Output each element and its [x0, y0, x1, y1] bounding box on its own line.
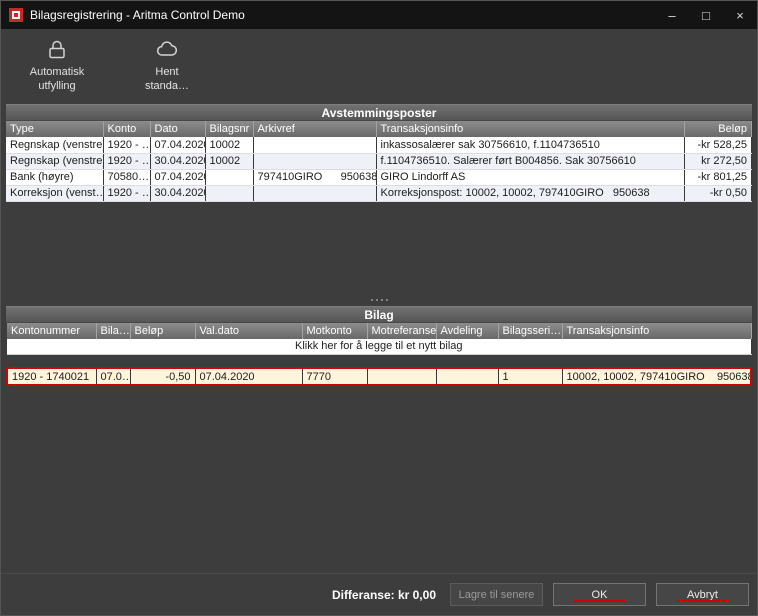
column-header-dato[interactable]: Dato [150, 121, 205, 137]
save-later-button[interactable]: Lagre til senere [450, 583, 543, 606]
cell-transaksjonsinfo: f.1104736510. Salærer ført B004856. Sak … [376, 153, 684, 169]
cell-transaksjonsinfo: inkassosalærer sak 30756610, f.110473651… [376, 137, 684, 153]
close-button[interactable]: × [723, 1, 757, 29]
fetch-standard-label: Hent standa… [133, 65, 201, 94]
ok-button[interactable]: OK [553, 583, 646, 606]
grip-dot-icon [371, 299, 373, 301]
add-bilag-label[interactable]: Klikk her for å legge til et nytt bilag [7, 339, 751, 354]
auto-fill-button[interactable]: Automatisk utfylling [15, 34, 99, 94]
column-header-bilagsserie[interactable]: Bilagsseri… [498, 323, 562, 339]
avstemmingsposter-table: Type Konto Dato Bilagsnr Arkivref Transa… [6, 121, 752, 202]
cell-konto: 1920 - … [103, 137, 150, 153]
title-bar: Bilagsregistrering - Aritma Control Demo… [1, 1, 757, 29]
column-header-transaksjonsinfo[interactable]: Transaksjonsinfo [376, 121, 684, 137]
avstemmingsposter-section: Avstemmingsposter Type Konto Dato Bilags… [6, 104, 752, 294]
cell-transaksjonsinfo: GIRO Lindorff AS [376, 169, 684, 185]
window-controls: – □ × [655, 1, 757, 29]
ok-button-label: OK [592, 589, 608, 601]
column-header-avdeling[interactable]: Avdeling [436, 323, 498, 339]
cell-transaksjonsinfo: Korreksjonspost: 10002, 10002, 797410GIR… [376, 185, 684, 201]
bilag-section: Bilag Kontonummer Bila… Beløp Val.dato M… [6, 306, 752, 575]
cell-valdato: 07.04.2020 [195, 368, 302, 385]
bilag-header: Bilag [6, 306, 752, 323]
column-header-konto[interactable]: Konto [103, 121, 150, 137]
cell-belop: -0,50 [130, 368, 195, 385]
cell-dato: 30.04.2020 [150, 153, 205, 169]
column-header-type[interactable]: Type [6, 121, 103, 137]
cancel-button-label: Avbryt [687, 589, 718, 601]
cell-type: Regnskap (venstre) [6, 137, 103, 153]
add-bilag-row[interactable]: Klikk her for å legge til et nytt bilag [7, 339, 751, 354]
column-header-motkonto[interactable]: Motkonto [302, 323, 367, 339]
cell-konto: 1920 - … [103, 185, 150, 201]
column-header-arkivref[interactable]: Arkivref [253, 121, 376, 137]
cell-type: Bank (høyre) [6, 169, 103, 185]
cell-dato: 07.04.2020 [150, 137, 205, 153]
cell-konto: 70580… [103, 169, 150, 185]
column-header-belop[interactable]: Beløp [130, 323, 195, 339]
cell-arkivref [253, 185, 376, 201]
cell-belop: -kr 528,25 [684, 137, 752, 153]
cell-arkivref: 797410GIRO 950638 [253, 169, 376, 185]
column-header-valdato[interactable]: Val.dato [195, 323, 302, 339]
app-icon [9, 8, 23, 22]
red-underline [677, 600, 729, 602]
selected-bilag-row[interactable]: 1920 - 1740021 07.0… -0,50 07.04.2020 77… [7, 368, 751, 385]
avstemmingsposter-header-row: Type Konto Dato Bilagsnr Arkivref Transa… [6, 121, 752, 137]
cell-arkivref [253, 137, 376, 153]
cell-arkivref [253, 153, 376, 169]
cell-bilagsserie: 1 [498, 368, 562, 385]
cell-dato: 30.04.2020 [150, 185, 205, 201]
cell-bilagsnr: 07.0… [96, 368, 130, 385]
grip-dot-icon [376, 299, 378, 301]
column-header-kontonummer[interactable]: Kontonummer [7, 323, 96, 339]
cell-bilagsnr [205, 169, 253, 185]
avstemmingsposter-header: Avstemmingsposter [6, 104, 752, 121]
cell-belop: -kr 0,50 [684, 185, 752, 201]
cancel-button[interactable]: Avbryt [656, 583, 749, 606]
splitter[interactable] [1, 294, 757, 306]
maximize-button[interactable]: □ [689, 1, 723, 29]
footer-bar: Differanse: kr 0,00 Lagre til senere OK … [1, 573, 757, 615]
bilag-table: Kontonummer Bila… Beløp Val.dato Motkont… [6, 323, 752, 386]
cell-transaksjonsinfo: 10002, 10002, 797410GIRO 950638 [562, 368, 751, 385]
cloud-icon [154, 38, 180, 62]
cell-bilagsnr: 10002 [205, 137, 253, 153]
cell-avdeling [436, 368, 498, 385]
table-row[interactable]: Regnskap (venstre) 1920 - … 07.04.2020 1… [6, 137, 752, 153]
toolbar: Automatisk utfylling Hent standa… [1, 29, 757, 104]
cell-type: Korreksjon (venst… [6, 185, 103, 201]
table-row[interactable]: Korreksjon (venst… 1920 - … 30.04.2020 K… [6, 185, 752, 201]
cell-kontonummer: 1920 - 1740021 [7, 368, 96, 385]
window-title: Bilagsregistrering - Aritma Control Demo [30, 8, 245, 22]
column-header-belop[interactable]: Beløp [684, 121, 752, 137]
cell-motkonto: 7770 [302, 368, 367, 385]
column-header-transaksjonsinfo[interactable]: Transaksjonsinfo [562, 323, 751, 339]
table-row[interactable]: Bank (høyre) 70580… 07.04.2020 797410GIR… [6, 169, 752, 185]
cell-dato: 07.04.2020 [150, 169, 205, 185]
grip-dot-icon [386, 299, 388, 301]
cell-motreferanse [367, 368, 436, 385]
red-underline [574, 600, 626, 602]
cell-belop: kr 272,50 [684, 153, 752, 169]
bilag-header-row: Kontonummer Bila… Beløp Val.dato Motkont… [7, 323, 751, 339]
grip-dot-icon [381, 299, 383, 301]
cell-type: Regnskap (venstre) [6, 153, 103, 169]
minimize-button[interactable]: – [655, 1, 689, 29]
cell-belop: -kr 801,25 [684, 169, 752, 185]
cell-konto: 1920 - … [103, 153, 150, 169]
fetch-standard-button[interactable]: Hent standa… [125, 34, 209, 94]
auto-fill-label: Automatisk utfylling [23, 65, 91, 94]
cell-bilagsnr: 10002 [205, 153, 253, 169]
column-header-motreferanse[interactable]: Motreferanse [367, 323, 436, 339]
window: { "window": { "title": "Bilagsregistreri… [0, 0, 758, 616]
table-row[interactable]: Regnskap (venstre) 1920 - … 30.04.2020 1… [6, 153, 752, 169]
differanse-label: Differanse: kr 0,00 [332, 588, 436, 602]
lock-icon [44, 38, 70, 62]
cell-bilagsnr [205, 185, 253, 201]
spacer-row [7, 354, 751, 368]
column-header-bilagsnr[interactable]: Bilagsnr [205, 121, 253, 137]
column-header-bilagsnr[interactable]: Bila… [96, 323, 130, 339]
